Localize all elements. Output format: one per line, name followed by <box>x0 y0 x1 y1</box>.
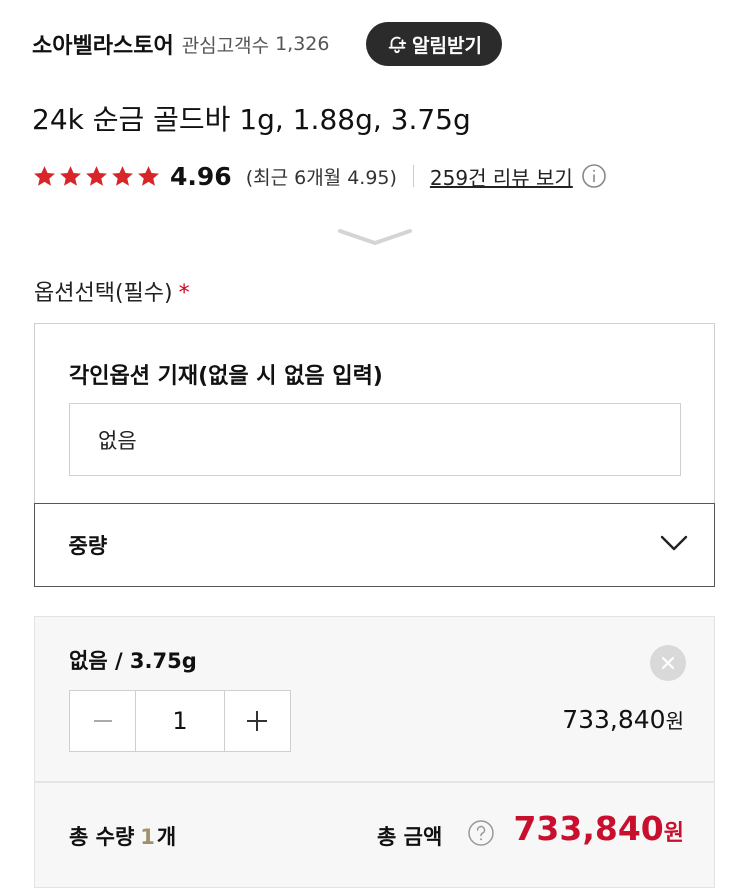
total-quantity: 총 수량 1개 <box>69 821 176 851</box>
increase-button[interactable] <box>225 691 290 751</box>
option-section-label: 옵션선택(필수) * <box>34 275 190 307</box>
review-link[interactable]: 259건 리뷰 보기 <box>430 162 573 191</box>
store-name[interactable]: 소아벨라스토어 <box>32 28 174 60</box>
rating-score: 4.96 <box>170 161 232 191</box>
total-qty-unit: 개 <box>156 825 177 849</box>
selected-option: 없음 / 3.75g 1 733,840원 <box>34 616 715 782</box>
star-icon <box>138 165 159 186</box>
help-icon[interactable] <box>467 819 495 847</box>
selected-price-currency: 원 <box>665 709 684 733</box>
quantity-stepper: 1 <box>69 690 291 752</box>
total-summary: 총 수량 1개 총 금액 733,840원 <box>34 782 715 888</box>
product-header: 소아벨라스토어 관심고객수 1,326 알림받기 24k 순금 골드바 1g, … <box>0 0 750 230</box>
alarm-label: 알림받기 <box>412 34 482 57</box>
decrease-button[interactable] <box>70 691 135 751</box>
engrave-label: 각인옵션 기재(없을 시 없음 입력) <box>69 364 383 389</box>
rating-row: 4.96 (최근 6개월 4.95) 259건 리뷰 보기 <box>32 158 607 194</box>
total-price-label: 총 금액 <box>377 825 443 849</box>
weight-label: 중량 <box>68 534 108 558</box>
star-icon <box>60 165 81 186</box>
follower-count: 1,326 <box>275 33 330 55</box>
chevron-down-icon <box>660 535 687 551</box>
recent-rating: (최근 6개월 4.95) <box>245 166 397 189</box>
close-icon <box>661 656 675 670</box>
star-icon <box>112 165 133 186</box>
star-icon <box>34 165 55 186</box>
required-mark: * <box>178 281 190 306</box>
total-price-currency: 원 <box>663 821 684 846</box>
engrave-input[interactable] <box>69 403 681 476</box>
total-price-value: 733,840 <box>513 809 664 848</box>
plus-icon <box>247 711 268 731</box>
minus-icon <box>93 720 112 722</box>
divider <box>412 165 414 187</box>
option-section-text: 옵션선택(필수) <box>34 281 173 306</box>
remove-option-button[interactable] <box>650 645 686 681</box>
store-row: 소아벨라스토어 관심고객수 1,326 <box>32 22 330 66</box>
selected-option-name: 없음 / 3.75g <box>69 649 197 673</box>
star-icon <box>86 165 107 186</box>
total-price: 733,840원 <box>513 809 684 848</box>
follower-label: 관심고객수 <box>181 34 270 57</box>
option-sheet: 옵션선택(필수)* 각인옵션 기재(없을 시 없음 입력) 중량 없음 / 3.… <box>0 203 750 888</box>
option-box: 각인옵션 기재(없을 시 없음 입력) 중량 <box>33 323 715 587</box>
selected-price: 733,840원 <box>562 705 684 734</box>
total-qty-label: 총 수량 <box>69 825 135 849</box>
product-title: 24k 순금 골드바 1g, 1.88g, 3.75g <box>32 103 471 136</box>
quantity-value[interactable]: 1 <box>135 691 225 751</box>
sheet-handle-icon[interactable] <box>336 223 414 251</box>
bell-plus-icon <box>388 36 407 54</box>
selected-price-value: 733,840 <box>562 705 666 734</box>
info-icon[interactable] <box>581 163 607 189</box>
star-rating <box>32 164 162 189</box>
weight-select[interactable]: 중량 <box>33 503 715 587</box>
total-qty-value: 1 <box>140 825 155 849</box>
alarm-button[interactable]: 알림받기 <box>366 22 502 66</box>
